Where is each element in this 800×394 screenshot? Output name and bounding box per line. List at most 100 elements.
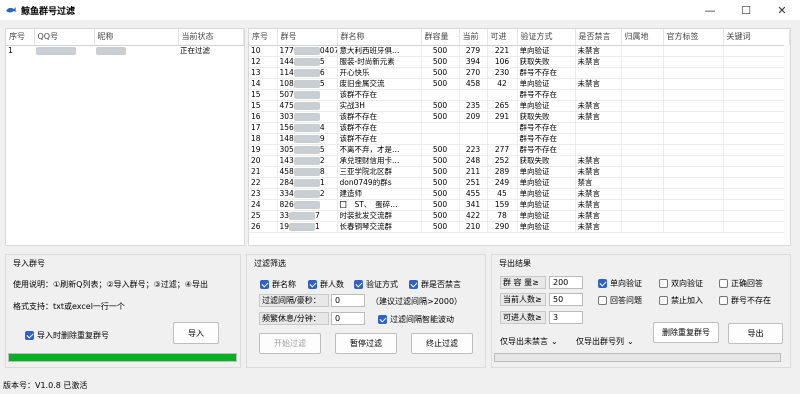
col-index[interactable]: 序号 [6,29,35,46]
group-col-header[interactable]: 官方标签 [663,29,724,46]
group-number: 108 5 [277,78,338,90]
check-group-count[interactable]: 群人数 [308,279,344,290]
group-current: 235 [459,100,488,112]
check-group-name[interactable]: 群名称 [260,279,296,290]
empty-cell [663,122,724,134]
table-row[interactable]: 12 144 5 服装-时尚新元素 500 394 106 获取失败 未禁言 [249,56,790,68]
table-row[interactable]: 25 33 7 时装批发交流群 500 422 78 单向验证 未禁言 [249,210,790,222]
empty-cell [621,122,664,134]
group-col-header[interactable]: 可进 [487,29,518,46]
chevron-down-icon: ⌄ [627,337,634,346]
table-row[interactable]: 21 458 8 三亚学院北区群 500 211 289 单向验证 未禁言 [249,166,790,178]
empty-cell [621,210,664,222]
capacity-input[interactable]: 200 [549,276,583,289]
current-count-input[interactable]: 50 [549,293,583,306]
dedupe-button[interactable]: 删除重复群号 [653,322,719,343]
table-row[interactable]: 23 334 2 建造师 500 455 45 单向验证 未禁言 [249,188,790,200]
group-mute: 未禁言 [575,155,622,167]
col-qq[interactable]: QQ号 [34,29,95,46]
group-col-header[interactable]: 群名称 [337,29,422,46]
import-button[interactable]: 导入 [173,322,219,344]
dedupe-import-checkbox[interactable]: 导入时删除重复群号 [25,330,109,341]
group-joinable: 249 [487,177,518,189]
table-row[interactable]: 22 284 1 don0749的群s 500 251 249 单向验证 禁言 [249,177,790,189]
group-current: 422 [459,210,488,222]
check-label: 禁止加入 [671,296,703,305]
table-row[interactable]: 18 148 9 该群不存在 群号不存在 [249,133,790,145]
maximize-button[interactable]: ☐ [728,0,764,20]
group-col-header[interactable]: 验证方式 [517,29,576,46]
redacted-block [293,57,320,66]
empty-cell [621,133,664,145]
group-name: 该群不存在 [337,111,422,123]
group-col-header[interactable]: 归属地 [621,29,664,46]
group-col-header[interactable]: 群号 [277,29,338,46]
group-verify: 单向验证 [517,188,576,200]
table-row[interactable]: 16 303 该群不存在 500 209 291 获取失败 未禁言 [249,111,790,123]
check-correct-answer[interactable]: 正确回答 [719,278,763,289]
account-row[interactable]: 1 正在过滤 [6,45,244,56]
group-mute: 禁言 [575,177,622,189]
title-bar: 鲸鱼群号过滤 — ☐ ✕ [0,0,800,20]
check-two-way[interactable]: 双向验证 [659,278,703,289]
group-col-header[interactable]: 当前 [459,29,488,46]
table-row[interactable]: 13 114 6 开心快乐 500 270 230 群号不存在 [249,67,790,79]
group-current [459,122,488,134]
check-muted[interactable]: 群是否禁言 [409,279,461,290]
table-row[interactable]: 26 19 1 长春铜琴交流群 500 210 290 单向验证 未禁言 [249,221,790,233]
empty-cell [663,144,724,156]
check-smart-interval[interactable]: 过滤间隔智能波动 [378,314,454,325]
rest-input[interactable]: 0 [331,312,365,325]
group-number-end: 4 [319,122,325,132]
table-row[interactable]: 10177 0407意大利西班牙俱…500279221单向验证未禁言 [249,45,790,57]
group-verify: 获取失败 [517,56,576,68]
stop-filter-button[interactable]: 终止过滤 [411,333,473,354]
export-progress [494,353,781,362]
account-list[interactable]: 序号 QQ号 昵称 当前状态 1 正在过滤 [5,28,245,246]
group-number-start: 19 [279,221,290,231]
col-status[interactable]: 当前状态 [178,29,244,46]
table-row[interactable]: 14 108 5 废旧金属交流 500 458 42 单向验证 未禁言 [249,78,790,90]
interval-input[interactable]: 0 [331,294,365,307]
table-row[interactable]: 17 156 4 该群不存在 群号不存在 [249,122,790,134]
empty-cell [723,221,790,233]
check-answer-question[interactable]: 回答问题 [598,295,642,306]
table-row[interactable]: 19 305 5 不离不弃，才是… 500 223 277 群号不存在 [249,144,790,156]
group-name: 建造师 [337,188,422,200]
group-mute [575,89,622,101]
table-row[interactable]: 15 507 该群不存在 群号不存在 [249,89,790,101]
group-col-header[interactable]: 序号 [249,29,278,46]
minimize-button[interactable]: — [692,0,728,20]
group-joinable: 252 [487,155,518,167]
group-col-header[interactable]: 是否禁言 [575,29,622,46]
group-capacity: 500 [421,111,460,123]
joinable-input[interactable]: 3 [549,311,583,324]
pause-filter-button[interactable]: 暂停过滤 [335,333,397,354]
check-forbid-join[interactable]: 禁止加入 [659,295,703,306]
group-joinable [487,89,518,101]
group-col-header[interactable]: 关键词 [723,29,790,46]
table-row[interactable]: 15 475 实战3H 500 235 265 单向验证 未禁言 [249,100,790,112]
col-nickname[interactable]: 昵称 [94,29,179,46]
group-number-end: 1 [319,177,325,187]
mute-filter-select[interactable]: 仅导出未禁言 ⌄ [500,336,572,347]
export-button[interactable]: 导出 [728,323,783,344]
empty-cell [621,144,664,156]
empty-cell [723,210,790,222]
vertical-scrollbar[interactable] [784,45,790,245]
close-button[interactable]: ✕ [764,0,800,20]
group-col-header[interactable]: 群容量 [421,29,460,46]
empty-cell [723,166,790,178]
group-table[interactable]: 序号 群号 群名称 群容量 当前 可进 验证方式 是否禁言 归属地 官方标签 关键词 10 177 04… [248,28,791,246]
check-not-exist[interactable]: 群号不存在 [719,295,771,306]
table-row[interactable]: 24 826 囗 ST、 蛋碎… 500 341 159 单向验证 未禁言 [249,199,790,211]
check-verify-method[interactable]: 验证方式 [354,279,398,290]
table-row[interactable]: 20 143 2 承兑理财信用卡… 500 248 252 获取失败 未禁言 [249,155,790,167]
group-number-start: 334 [279,188,294,198]
group-number-start: 108 [279,78,294,88]
check-one-way[interactable]: 单向验证 [598,278,642,289]
redacted-block [289,211,316,220]
filter-panel: 过滤筛选 群名称 群人数 验证方式 群是否禁言 过滤间隔/豪秒： 0 （建议过滤… [246,254,486,368]
start-filter-button[interactable]: 开始过滤 [259,333,321,354]
column-filter-select[interactable]: 仅导出群号列 ⌄ [576,336,648,347]
